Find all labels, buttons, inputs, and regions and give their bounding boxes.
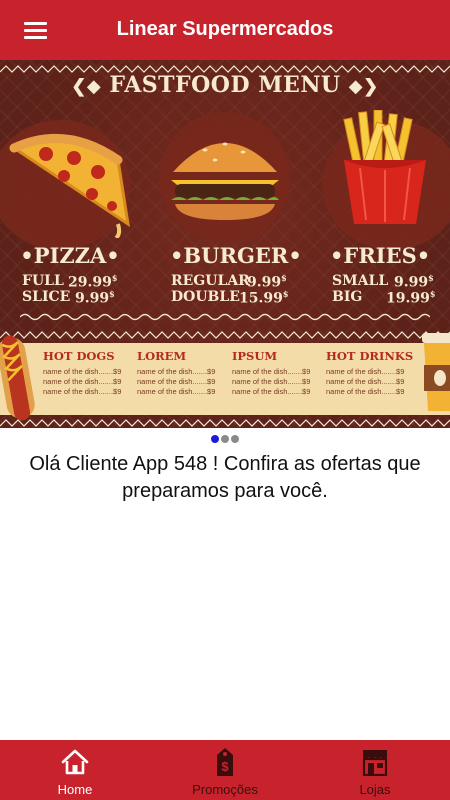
app-title: Linear Supermercados: [116, 18, 334, 40]
strip-line: name of the dish.......$9: [43, 367, 122, 376]
strip-column-lorem: LOREM name of the dish.......$9 name of …: [137, 349, 215, 397]
banner-strip: HOT DOGS name of the dish.......$9 name …: [0, 333, 450, 421]
strip-line: name of the dish.......$9: [43, 377, 122, 386]
strip-line: name of the dish.......$9: [232, 367, 311, 376]
fries-price-small: SMALL 9.99$: [332, 273, 434, 291]
fries-label: •FRIES•: [330, 243, 431, 268]
nav-item-promocoes[interactable]: $ Promoções: [150, 740, 300, 800]
coffee-cup-icon: [422, 333, 450, 411]
wave-divider: [20, 313, 430, 321]
strip-line: name of the dish.......$9: [137, 367, 216, 376]
app-header: Linear Supermercados: [0, 0, 450, 60]
nav-label-lojas: Lojas: [359, 782, 391, 797]
carousel-dot-1[interactable]: [211, 435, 219, 443]
strip-heading: HOT DOGS: [43, 349, 115, 363]
strip-line: name of the dish.......$9: [326, 377, 405, 386]
nav-label-promocoes: Promoções: [192, 782, 258, 797]
burger-label: •BURGER•: [170, 243, 302, 268]
strip-line: name of the dish.......$9: [232, 387, 311, 396]
strip-heading: HOT DRINKS: [326, 349, 414, 363]
strip-column-ipsum: IPSUM name of the dish.......$9 name of …: [232, 349, 310, 397]
strip-heading: LOREM: [137, 349, 187, 363]
svg-text:$: $: [221, 759, 229, 774]
price-tag-icon: $: [210, 747, 240, 777]
pizza-slice-icon: [9, 133, 131, 238]
strip-line: name of the dish.......$9: [137, 387, 216, 396]
burger-price-double: DOUBLE 15.99$: [171, 289, 289, 307]
strip-line: name of the dish.......$9: [43, 387, 122, 396]
nav-item-lojas[interactable]: Lojas: [300, 740, 450, 800]
promo-banner[interactable]: ❮◆ FASTFOOD MENU ◆❯ •PIZZA• FULL 29.99$ …: [0, 60, 450, 428]
fries-icon: [343, 110, 426, 224]
strip-line: name of the dish.......$9: [232, 377, 311, 386]
carousel-dot-3[interactable]: [231, 435, 239, 443]
burger-icon: [171, 142, 279, 220]
bottom-nav: Home $ Promoções Lojas: [0, 740, 450, 800]
strip-line: name of the dish.......$9: [326, 367, 405, 376]
nav-item-home[interactable]: Home: [0, 740, 150, 800]
strip-column-hot-dogs: HOT DOGS name of the dish.......$9 name …: [43, 349, 121, 397]
zigzag-border-middle: [0, 331, 450, 339]
strip-column-hot-drinks: HOT DRINKS name of the dish.......$9 nam…: [326, 349, 413, 397]
burger-price-regular: REGULAR 9.99$: [171, 273, 287, 291]
pizza-price-slice: SLICE 9.99$: [22, 289, 115, 307]
carousel-dot-2[interactable]: [221, 435, 229, 443]
home-icon: [60, 747, 90, 777]
greeting-text: Olá Cliente App 548 ! Confira as ofertas…: [29, 453, 421, 502]
banner-menu-title: ❮◆ FASTFOOD MENU ◆❯: [71, 72, 379, 98]
strip-heading: IPSUM: [232, 349, 278, 363]
carousel-dots: [0, 435, 450, 443]
zigzag-border-bottom: [0, 419, 450, 427]
hot-dog-icon: [0, 335, 35, 421]
strip-line: name of the dish.......$9: [326, 387, 405, 396]
pizza-label: •PIZZA•: [20, 243, 120, 268]
fries-price-big: BIG 19.99$: [332, 289, 436, 307]
strip-line: name of the dish.......$9: [137, 377, 216, 386]
store-icon: [360, 747, 390, 777]
nav-label-home: Home: [57, 782, 93, 797]
pizza-price-full: FULL 29.99$: [22, 273, 118, 291]
